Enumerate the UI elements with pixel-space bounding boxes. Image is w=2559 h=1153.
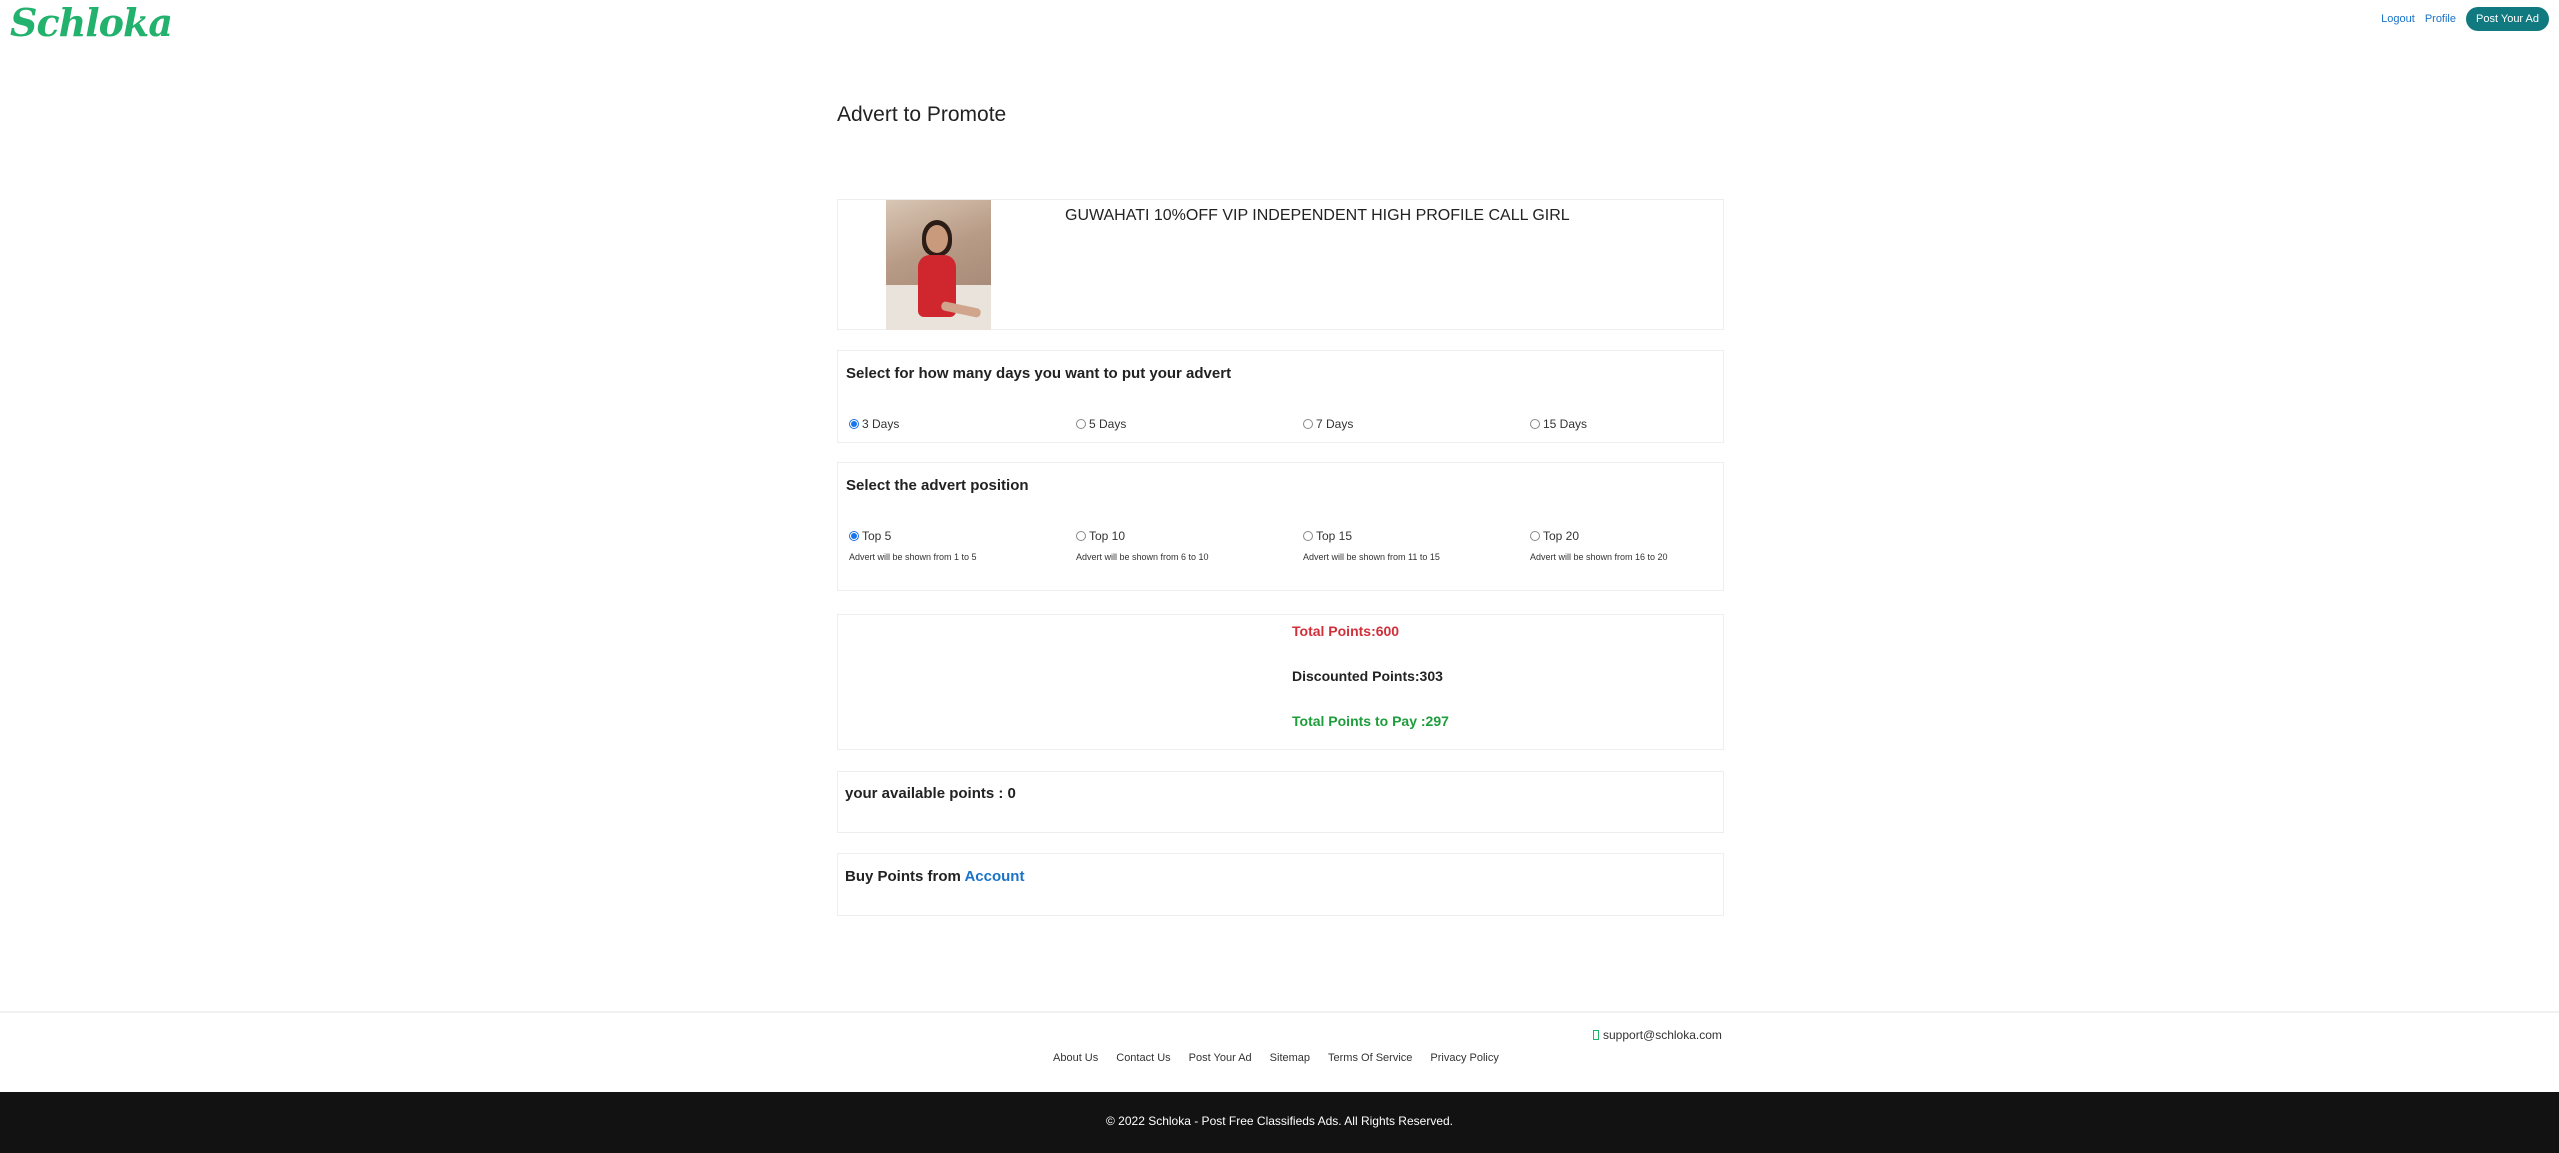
site-logo[interactable]: Schloka <box>10 0 173 45</box>
days-option-15[interactable]: 15 Days <box>1530 417 1587 431</box>
days-section-title: Select for how many days you want to put… <box>846 365 1232 382</box>
available-points-text: your available points : 0 <box>845 785 1016 802</box>
radio-icon[interactable] <box>849 531 859 541</box>
support-contact: support@schloka.com <box>1593 1028 1722 1042</box>
site-header: Schloka Logout Profile Post Your Ad <box>0 0 2559 45</box>
footer-link-privacy[interactable]: Privacy Policy <box>1430 1052 1498 1064</box>
copyright-text: © 2022 Schloka - Post Free Classifieds A… <box>1106 1114 1453 1128</box>
position-option-top-5[interactable]: Top 5 <box>849 529 891 543</box>
buy-points-prefix: Buy Points from <box>845 868 961 885</box>
radio-icon[interactable] <box>849 419 859 429</box>
days-option-7[interactable]: 7 Days <box>1303 417 1353 431</box>
position-option-label: Top 20 <box>1543 529 1580 543</box>
radio-icon[interactable] <box>1530 419 1540 429</box>
total-points-to-pay: Total Points to Pay :297 <box>1292 713 1449 729</box>
radio-icon[interactable] <box>1303 419 1313 429</box>
days-option-label: 7 Days <box>1316 417 1354 431</box>
days-selection-card: Select for how many days you want to put… <box>837 350 1724 443</box>
footer-links: About Us Contact Us Post Your Ad Sitemap… <box>1053 1052 1499 1064</box>
total-points: Total Points:600 <box>1292 623 1400 639</box>
position-option-desc: Advert will be shown from 6 to 10 <box>1076 552 1209 562</box>
logout-link[interactable]: Logout <box>2381 13 2415 25</box>
position-option-top-15[interactable]: Top 15 <box>1303 529 1352 543</box>
footer-link-contact-us[interactable]: Contact Us <box>1116 1052 1170 1064</box>
position-option-label: Top 15 <box>1316 529 1353 543</box>
copyright-bar: © 2022 Schloka - Post Free Classifieds A… <box>0 1092 2559 1153</box>
footer-divider <box>0 1011 2559 1013</box>
discounted-points: Discounted Points:303 <box>1292 668 1443 684</box>
radio-icon[interactable] <box>1530 531 1540 541</box>
buy-points-card: Buy Points from Account <box>837 853 1724 916</box>
position-option-desc: Advert will be shown from 11 to 15 <box>1303 552 1440 562</box>
post-your-ad-button[interactable]: Post Your Ad <box>2466 7 2549 31</box>
radio-icon[interactable] <box>1076 531 1086 541</box>
phone-icon <box>1593 1030 1599 1040</box>
ad-card: GUWAHATI 10%OFF VIP INDEPENDENT HIGH PRO… <box>837 199 1724 330</box>
days-option-label: 15 Days <box>1543 417 1588 431</box>
radio-icon[interactable] <box>1076 419 1086 429</box>
buy-points-text: Buy Points from Account <box>845 868 1024 885</box>
position-section-title: Select the advert position <box>846 477 1029 494</box>
position-selection-card: Select the advert position Top 5 Advert … <box>837 462 1724 591</box>
footer-link-about-us[interactable]: About Us <box>1053 1052 1098 1064</box>
days-option-3[interactable]: 3 Days <box>849 417 899 431</box>
footer-link-post-your-ad[interactable]: Post Your Ad <box>1189 1052 1252 1064</box>
position-option-desc: Advert will be shown from 16 to 20 <box>1530 552 1668 562</box>
profile-link[interactable]: Profile <box>2425 13 2456 25</box>
position-option-label: Top 5 <box>862 529 892 543</box>
position-option-top-20[interactable]: Top 20 <box>1530 529 1579 543</box>
available-points-card: your available points : 0 <box>837 771 1724 833</box>
ad-title[interactable]: GUWAHATI 10%OFF VIP INDEPENDENT HIGH PRO… <box>1065 207 1570 225</box>
position-option-desc: Advert will be shown from 1 to 5 <box>849 552 977 562</box>
position-option-label: Top 10 <box>1089 529 1126 543</box>
thumbnail-face <box>926 225 948 253</box>
footer-link-sitemap[interactable]: Sitemap <box>1270 1052 1310 1064</box>
days-option-label: 3 Days <box>862 417 900 431</box>
footer-link-terms[interactable]: Terms Of Service <box>1328 1052 1412 1064</box>
page-title: Advert to Promote <box>837 103 1007 126</box>
position-option-top-10[interactable]: Top 10 <box>1076 529 1125 543</box>
days-option-label: 5 Days <box>1089 417 1127 431</box>
account-link[interactable]: Account <box>964 868 1024 885</box>
radio-icon[interactable] <box>1303 531 1313 541</box>
ad-thumbnail[interactable] <box>886 200 991 330</box>
support-email[interactable]: support@schloka.com <box>1603 1028 1722 1042</box>
top-nav: Logout Profile Post Your Ad <box>2381 7 2549 31</box>
days-option-5[interactable]: 5 Days <box>1076 417 1126 431</box>
points-summary-card: Total Points:600 Discounted Points:303 T… <box>837 614 1724 750</box>
